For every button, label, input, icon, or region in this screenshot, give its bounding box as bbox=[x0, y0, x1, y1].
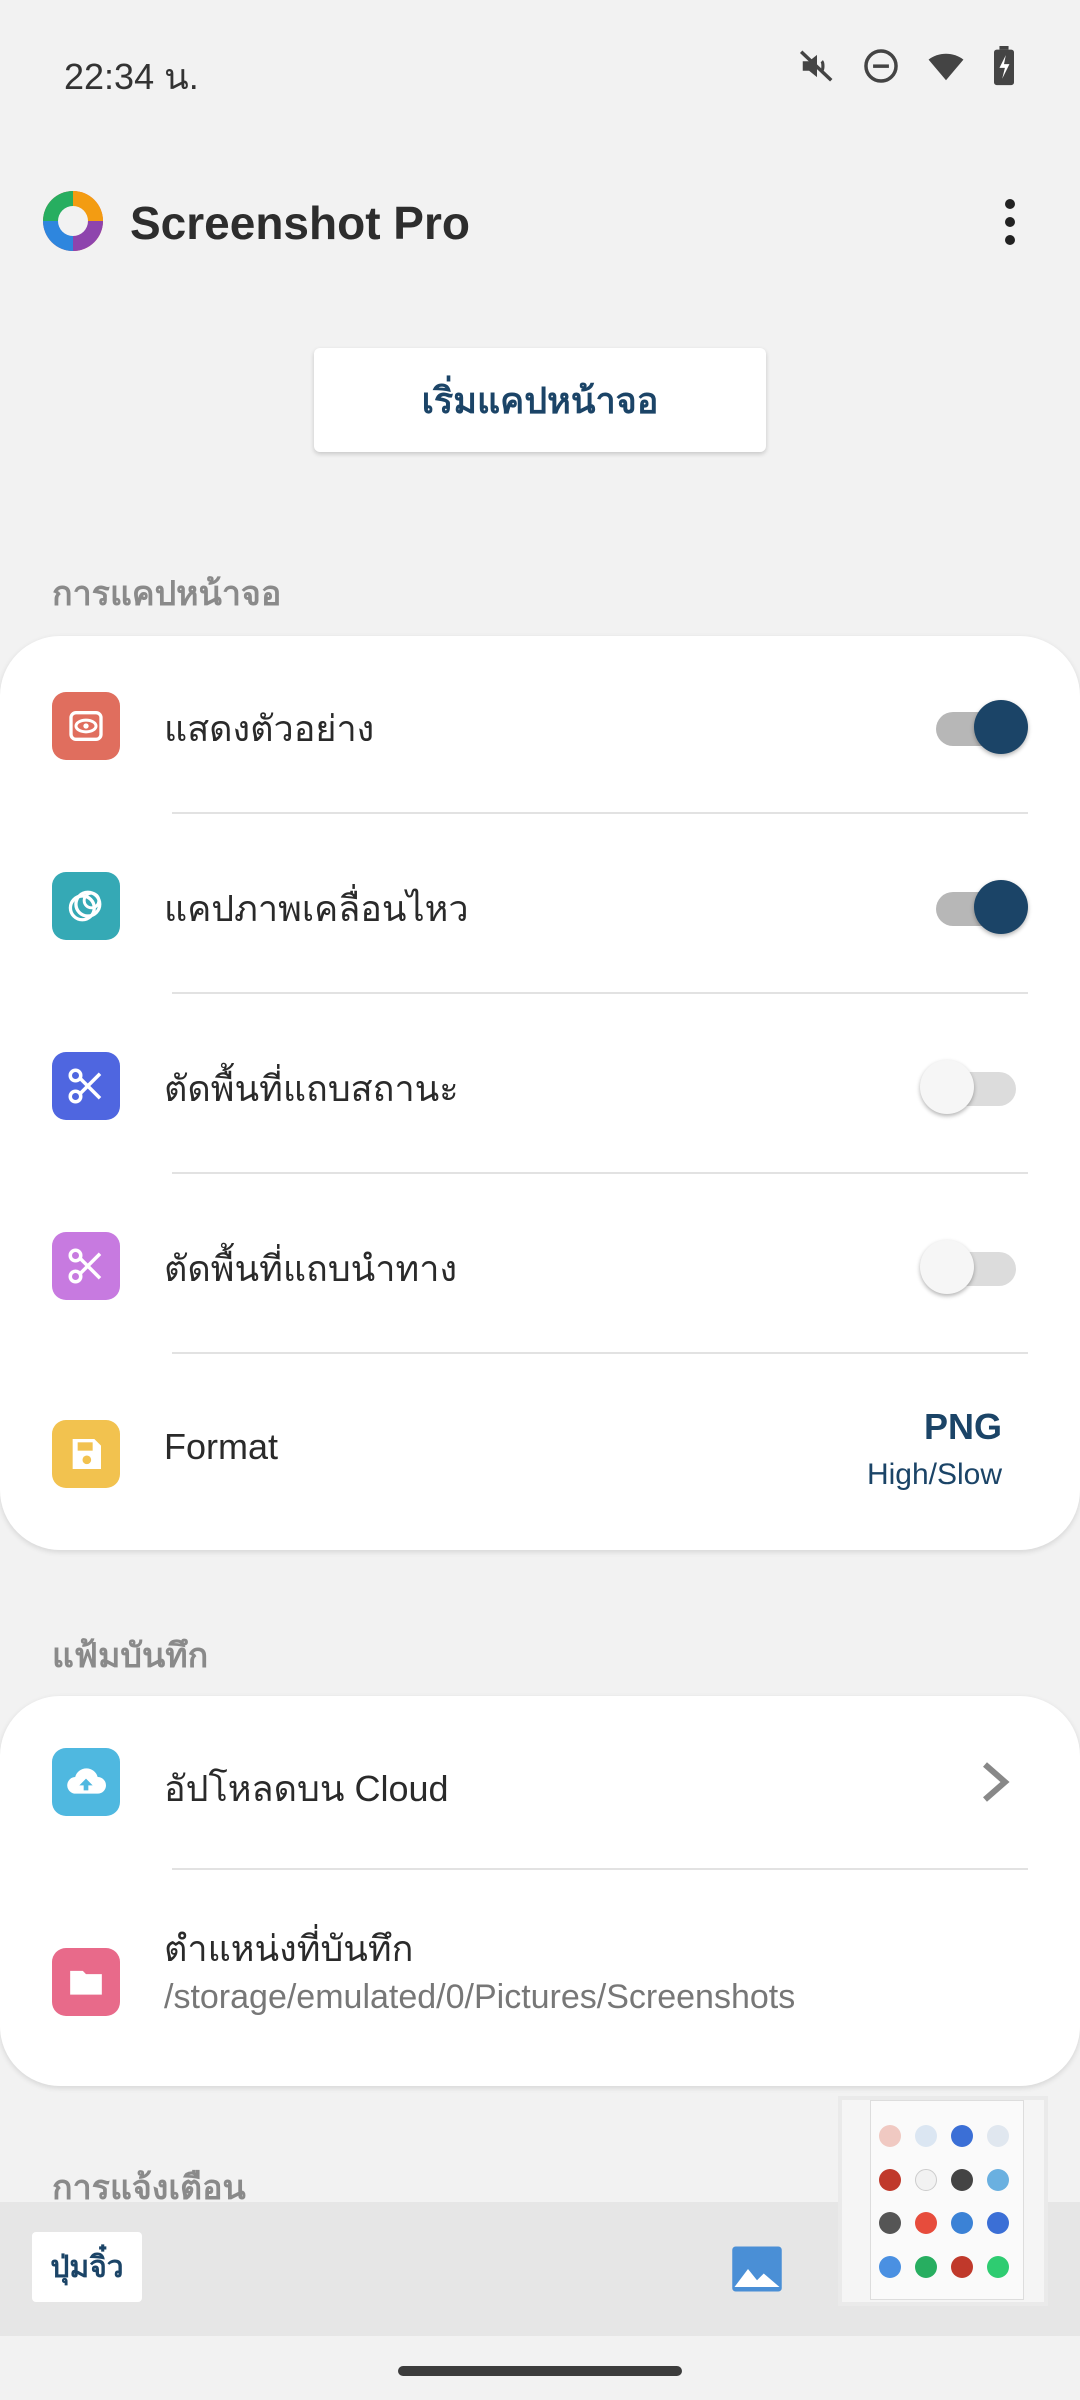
home-indicator[interactable] bbox=[398, 2366, 682, 2376]
navigation-bar bbox=[0, 2336, 1080, 2400]
setting-label: ตัดพื้นที่แถบนำทาง bbox=[164, 1248, 458, 1289]
divider bbox=[172, 1868, 1028, 1870]
format-value: PNG High/Slow bbox=[867, 1406, 1002, 1492]
save-location-path: /storage/emulated/0/Pictures/Screenshots bbox=[164, 1978, 796, 2016]
rings-icon bbox=[52, 872, 120, 940]
crop-status-bar-toggle[interactable] bbox=[920, 1058, 1020, 1114]
divider bbox=[172, 992, 1028, 994]
app-title: Screenshot Pro bbox=[130, 197, 470, 249]
divider bbox=[172, 812, 1028, 814]
setting-row-format[interactable]: Format PNG High/Slow bbox=[0, 1356, 1080, 1550]
section-header-capture: การแคปหน้าจอ bbox=[52, 575, 282, 613]
save-icon bbox=[52, 1420, 120, 1488]
crop-nav-bar-toggle[interactable] bbox=[920, 1238, 1020, 1294]
app-bar: Screenshot Pro bbox=[0, 170, 1080, 280]
preview-toggle[interactable] bbox=[930, 698, 1028, 754]
scissors-icon bbox=[52, 1052, 120, 1120]
format-quality: High/Slow bbox=[866, 1458, 1002, 1491]
setting-row-crop-nav-bar[interactable]: ตัดพื้นที่แถบนำทาง bbox=[0, 1176, 1080, 1356]
status-bar: 22:34 น. bbox=[0, 0, 1080, 130]
image-icon[interactable] bbox=[730, 2242, 784, 2296]
cloud-upload-icon bbox=[52, 1748, 120, 1816]
divider bbox=[172, 1352, 1028, 1354]
animated-capture-toggle[interactable] bbox=[930, 878, 1028, 934]
save-folder-card: อัปโหลดบน Cloud ตำแหน่งที่บันทึก /storag… bbox=[0, 1696, 1080, 2086]
folder-icon bbox=[52, 1948, 120, 2016]
more-vert-icon[interactable] bbox=[980, 192, 1040, 252]
setting-row-crop-status-bar[interactable]: ตัดพื้นที่แถบสถานะ bbox=[0, 996, 1080, 1176]
setting-label: แสดงตัวอย่าง bbox=[164, 708, 375, 749]
start-capture-button[interactable]: เริ่มแคปหน้าจอ bbox=[314, 348, 766, 452]
setting-label: ตัดพื้นที่แถบสถานะ bbox=[164, 1068, 459, 1109]
mute-icon bbox=[799, 50, 833, 82]
floating-button-toggle[interactable]: ปุ่มจิ๋ว bbox=[32, 2232, 142, 2302]
app-logo-icon bbox=[43, 191, 103, 251]
format-label: Format bbox=[164, 1426, 279, 1467]
wifi-icon bbox=[928, 53, 964, 81]
setting-row-preview[interactable]: แสดงตัวอย่าง bbox=[0, 636, 1080, 816]
divider bbox=[172, 1172, 1028, 1174]
format-type: PNG bbox=[923, 1406, 1002, 1447]
status-icons bbox=[798, 46, 1016, 86]
upload-cloud-label: อัปโหลดบน Cloud bbox=[164, 1768, 449, 1809]
capture-settings-card: แสดงตัวอย่าง แคปภาพเคลื่อนไหว ตัดพื้นที่… bbox=[0, 636, 1080, 1550]
setting-label: แคปภาพเคลื่อนไหว bbox=[164, 888, 469, 929]
battery-charging-icon bbox=[994, 46, 1014, 86]
chevron-right-icon bbox=[983, 1762, 1010, 1802]
status-time: 22:34 น. bbox=[64, 56, 199, 97]
do-not-disturb-icon bbox=[864, 49, 898, 83]
setting-row-animated-capture[interactable]: แคปภาพเคลื่อนไหว bbox=[0, 816, 1080, 996]
upload-cloud-row[interactable]: อัปโหลดบน Cloud bbox=[0, 1696, 1080, 1876]
save-location-label: ตำแหน่งที่บันทึก bbox=[164, 1928, 414, 1969]
save-location-row[interactable]: ตำแหน่งที่บันทึก /storage/emulated/0/Pic… bbox=[0, 1872, 1080, 2086]
preview-eye-icon bbox=[52, 692, 120, 760]
thumbnail-image bbox=[870, 2100, 1024, 2300]
scissors-icon bbox=[52, 1232, 120, 1300]
screenshot-thumbnail[interactable] bbox=[838, 2096, 1048, 2306]
section-header-save-folder: แฟ้มบันทึก bbox=[52, 1637, 209, 1675]
